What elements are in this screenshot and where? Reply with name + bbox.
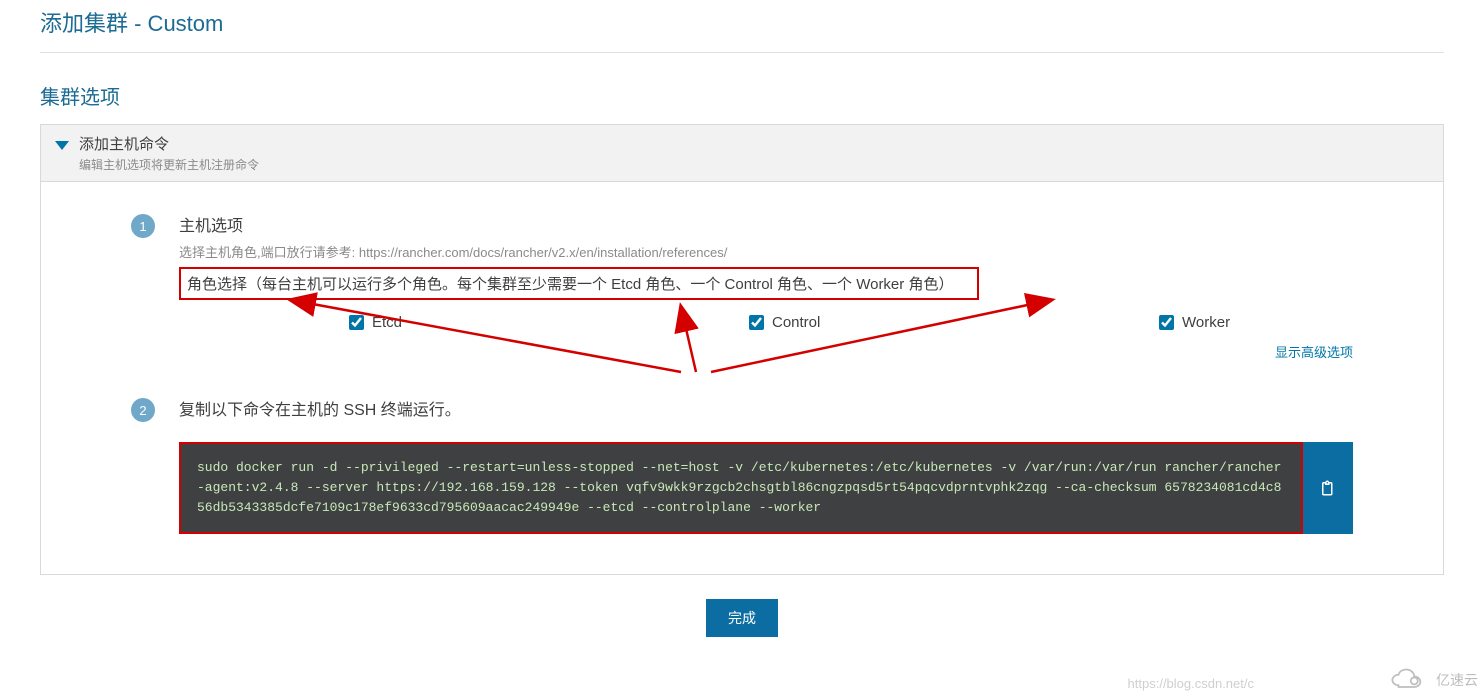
role-option-control[interactable]: Control: [749, 314, 820, 331]
role-selection-note: 角色选择（每台主机可以运行多个角色。每个集群至少需要一个 Etcd 角色、一个 …: [179, 267, 979, 300]
step1-title: 主机选项: [179, 212, 1353, 236]
role-option-etcd[interactable]: Etcd: [349, 314, 402, 331]
roles-row: Etcd Control Worker: [179, 308, 1353, 336]
page-title: 添加集群 - Custom: [40, 0, 1444, 53]
watermark-brand-text: 亿速云: [1436, 670, 1478, 690]
role-label-etcd: Etcd: [372, 314, 402, 331]
role-checkbox-worker[interactable]: [1159, 315, 1174, 330]
role-checkbox-etcd[interactable]: [349, 315, 364, 330]
step1-subtitle: 选择主机角色,端口放行请参考: https://rancher.com/docs…: [179, 242, 1353, 261]
done-button[interactable]: 完成: [706, 599, 778, 637]
role-label-control: Control: [772, 314, 820, 331]
role-checkbox-control[interactable]: [749, 315, 764, 330]
step-1: 1 主机选项 选择主机角色,端口放行请参考: https://rancher.c…: [131, 212, 1353, 336]
command-box[interactable]: sudo docker run -d --privileged --restar…: [179, 442, 1303, 534]
step-badge-1: 1: [131, 214, 155, 238]
panel-header[interactable]: 添加主机命令 编辑主机选项将更新主机注册命令: [41, 125, 1443, 182]
panel-header-title: 添加主机命令: [79, 133, 259, 154]
role-option-worker[interactable]: Worker: [1159, 314, 1230, 331]
watermark-url: https://blog.csdn.net/c: [1128, 676, 1254, 691]
watermark-brand: 亿速云: [1388, 667, 1478, 693]
step-2: 2 复制以下命令在主机的 SSH 终端运行。 sudo docker run -…: [131, 396, 1353, 534]
step1-sub-link[interactable]: https://rancher.com/docs/rancher/v2.x/en…: [359, 245, 728, 260]
clipboard-icon: [1319, 478, 1337, 498]
cloud-icon: [1388, 667, 1430, 693]
copy-button[interactable]: [1303, 442, 1353, 534]
register-host-panel: 添加主机命令 编辑主机选项将更新主机注册命令 1 主机选项 选择主机角色,端口放…: [40, 124, 1444, 575]
step-badge-2: 2: [131, 398, 155, 422]
chevron-down-icon[interactable]: [55, 141, 69, 150]
step2-title: 复制以下命令在主机的 SSH 终端运行。: [179, 396, 1353, 420]
show-advanced-link[interactable]: 显示高级选项: [1275, 342, 1353, 361]
section-title: 集群选项: [40, 81, 1444, 110]
role-label-worker: Worker: [1182, 314, 1230, 331]
panel-header-subtitle: 编辑主机选项将更新主机注册命令: [79, 156, 259, 173]
step1-sub-prefix: 选择主机角色,端口放行请参考:: [179, 245, 359, 260]
